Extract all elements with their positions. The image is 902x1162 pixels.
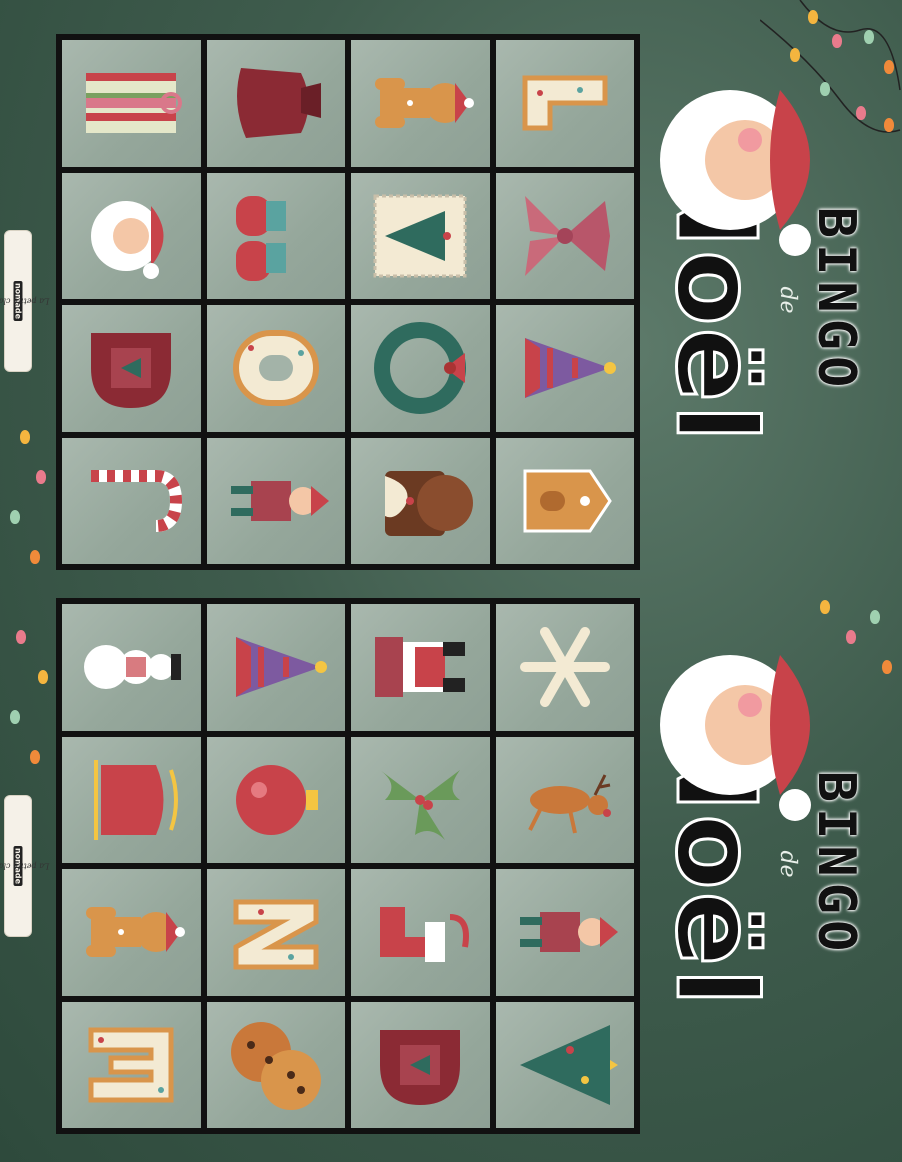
mittens-icon <box>235 195 286 281</box>
bingo-cell[interactable] <box>206 604 345 731</box>
holly-icon <box>380 769 461 840</box>
bingo-grid-1 <box>56 34 640 570</box>
bingo-cell[interactable] <box>351 437 490 564</box>
christmas-stamp-icon <box>373 194 467 278</box>
bingo-cell[interactable] <box>206 305 345 432</box>
bingo-grid-2 <box>56 598 640 1134</box>
letter-n-cookie-icon <box>233 899 319 970</box>
brand-tag-bottom: La petite classe nomade <box>0 795 50 937</box>
letter-l-cookie-icon <box>522 75 608 131</box>
sack-icon <box>236 68 321 139</box>
bingo-cell[interactable] <box>206 437 345 564</box>
bingo-cell[interactable] <box>351 1001 490 1128</box>
sleigh-icon <box>94 759 179 840</box>
elf-hat-icon <box>524 338 616 399</box>
yule-log-icon <box>385 470 474 536</box>
santa-head-icon <box>660 90 811 256</box>
bingo-cell[interactable] <box>206 172 345 299</box>
bingo-cell[interactable] <box>351 604 490 731</box>
gingerbread-house-icon <box>523 469 612 533</box>
letter-d-cookie-icon <box>380 1029 461 1105</box>
stocking-icon <box>380 907 470 963</box>
cookies-icon <box>230 1021 321 1110</box>
santa-head-icon <box>660 655 811 821</box>
bingo-cell[interactable] <box>351 172 490 299</box>
bingo-cell[interactable] <box>351 869 490 996</box>
reindeer-icon <box>527 774 611 834</box>
bingo-cell[interactable] <box>495 1001 634 1128</box>
bingo-cell[interactable] <box>62 1001 201 1128</box>
bingo-cell[interactable] <box>495 736 634 863</box>
bingo-cell[interactable] <box>495 869 634 996</box>
bingo-cell[interactable] <box>62 869 201 996</box>
bingo-cell[interactable] <box>351 305 490 432</box>
wreath-icon <box>374 322 467 415</box>
brand-tag-text: La petite classe <box>0 296 50 306</box>
candy-cane-icon <box>91 469 183 532</box>
letter-e-cookie-icon <box>88 1027 174 1103</box>
snowflake-icon <box>519 627 610 708</box>
string-lights-left <box>0 400 56 800</box>
bingo-cell[interactable] <box>62 40 201 167</box>
bingo-cell[interactable] <box>495 305 634 432</box>
christmas-tree-icon <box>519 1024 618 1105</box>
gift-icon <box>86 73 183 134</box>
santa-chimney-icon <box>375 637 466 698</box>
elf-icon <box>230 480 329 521</box>
bingo-cell[interactable] <box>62 736 201 863</box>
bingo-cell[interactable] <box>62 305 201 432</box>
gingerbread-man-icon <box>86 907 186 958</box>
bingo-cell[interactable] <box>206 1001 345 1128</box>
bingo-cell[interactable] <box>495 437 634 564</box>
letter-o-cookie-icon <box>232 330 319 407</box>
ornament-icon <box>235 764 318 835</box>
bingo-cell[interactable] <box>206 736 345 863</box>
bingo-cell[interactable] <box>206 869 345 996</box>
bingo-cell[interactable] <box>62 437 201 564</box>
bingo-cell[interactable] <box>62 172 201 299</box>
bingo-cell[interactable] <box>351 40 490 167</box>
bow-icon <box>524 195 610 276</box>
elf-icon <box>519 912 618 953</box>
bingo-cell[interactable] <box>206 40 345 167</box>
bingo-cell[interactable] <box>62 604 201 731</box>
santa-head-icon <box>91 200 164 279</box>
bingo-cell[interactable] <box>495 604 634 731</box>
bingo-cell[interactable] <box>495 40 634 167</box>
brand-tag-text: La petite classe <box>0 861 50 871</box>
brand-tag-top: La petite classe nomade <box>0 230 50 372</box>
letter-d-cookie-icon <box>91 333 172 409</box>
gingerbread-man-icon <box>375 78 475 129</box>
elf-hat-icon <box>235 637 327 698</box>
bingo-cell[interactable] <box>351 736 490 863</box>
snowman-icon <box>84 645 182 690</box>
bingo-cell[interactable] <box>495 172 634 299</box>
